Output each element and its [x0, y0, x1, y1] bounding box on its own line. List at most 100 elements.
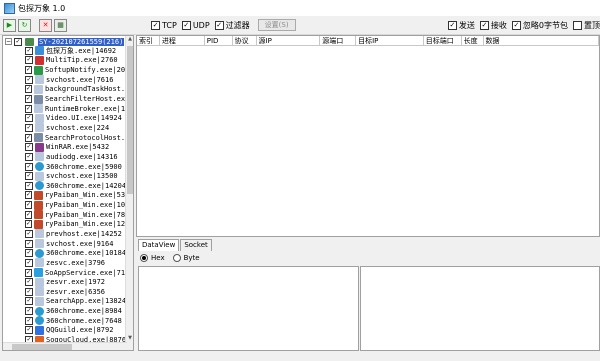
checkbox-icon[interactable]: ✓	[25, 268, 33, 277]
scroll-down-icon[interactable]: ▼	[127, 335, 133, 342]
checkbox-icon[interactable]: ✓	[25, 56, 33, 65]
checkbox-icon[interactable]: ✓	[25, 201, 33, 210]
process-item[interactable]: ✓ WinRAR.exe|5432	[3, 142, 133, 152]
receive-checkbox[interactable]: ✓ 接收	[479, 20, 507, 31]
feather-icon	[34, 210, 44, 220]
checkbox-icon[interactable]: ✓	[25, 258, 33, 267]
process-item[interactable]: ✓ SearchApp.exe|13824	[3, 296, 133, 307]
checkbox-icon[interactable]: ✓	[25, 104, 33, 113]
byte-radio[interactable]	[172, 254, 181, 262]
send-checkbox[interactable]: ✓ 发送	[447, 20, 475, 31]
process-item[interactable]: ✓ prevhost.exe|14252	[3, 229, 133, 239]
start-capture-button[interactable]: ▶	[3, 18, 16, 32]
udp-filter-checkbox[interactable]: ✓ UDP	[181, 20, 210, 30]
refresh-button[interactable]: ↻	[18, 18, 31, 32]
column-header[interactable]: 目标端口	[424, 36, 462, 45]
tcp-filter-checkbox[interactable]: ✓ TCP	[151, 20, 177, 30]
process-item[interactable]: ✓ SearchProtocolHost.ex	[3, 133, 133, 143]
hex-radio[interactable]	[140, 254, 148, 262]
column-header[interactable]: 源端口	[320, 36, 357, 45]
process-item[interactable]: ✓ RuntimeBroker.exe|148	[3, 104, 133, 114]
checkbox-icon[interactable]: ✓	[25, 172, 33, 181]
text-view-pane[interactable]	[360, 266, 600, 351]
column-header[interactable]: 数据	[484, 36, 599, 45]
column-header[interactable]: 索引	[137, 36, 160, 45]
checkbox-icon[interactable]: ✓	[25, 75, 33, 84]
checkbox-icon[interactable]: ✓	[25, 239, 33, 248]
always-on-top-checkbox[interactable]: 置顶	[573, 20, 600, 31]
packet-table[interactable]: 索引 进程 PID 协议 源IP 源端口 目标IP 目标端口 长度 数据	[136, 35, 600, 237]
process-item[interactable]: ✓ zesvr.exe|6356	[3, 287, 133, 297]
column-header[interactable]: 长度	[462, 36, 484, 45]
checkbox-icon[interactable]: ✓	[25, 162, 33, 171]
process-item[interactable]: ✓ QQGuild.exe|8792	[3, 325, 133, 336]
process-item[interactable]: ✓ svchost.exe|9164	[3, 239, 133, 249]
scroll-thumb[interactable]	[127, 46, 133, 194]
window-icon	[35, 239, 44, 249]
process-item[interactable]: ✓ 360chrome.exe|8984	[3, 306, 133, 316]
checkbox-icon[interactable]: ✓	[25, 143, 33, 152]
checkbox-icon[interactable]: ✓	[25, 229, 33, 238]
checkbox-icon[interactable]: ✓	[14, 37, 22, 46]
checkbox-icon[interactable]: ✓	[25, 152, 33, 161]
checkbox-icon[interactable]: ✓	[25, 46, 33, 55]
process-item[interactable]: ✓ zesvc.exe|3796	[3, 258, 133, 268]
process-item[interactable]: ✓ svchost.exe|224	[3, 123, 133, 133]
checkbox-icon[interactable]: ✓	[25, 220, 33, 229]
process-item[interactable]: ✓ audiodg.exe|14316	[3, 152, 133, 162]
checkbox-icon[interactable]: ✓	[25, 297, 33, 306]
tab-socket[interactable]: Socket	[180, 239, 212, 251]
ignore-zero-byte-checkbox[interactable]: ✓ 忽略0字节包	[511, 20, 568, 31]
process-item[interactable]: ✓ 360chrome.exe|7648	[3, 316, 133, 326]
checkbox-icon[interactable]: ✓	[25, 95, 33, 104]
tree-horizontal-scrollbar[interactable]	[3, 342, 127, 350]
checkbox-icon[interactable]: ✓	[25, 326, 33, 335]
tree-vertical-scrollbar[interactable]: ▲ ▼	[125, 36, 133, 350]
process-item[interactable]: ✓ 360chrome.exe|10184	[3, 248, 133, 258]
checkbox-icon[interactable]: ✓	[25, 278, 33, 287]
process-item[interactable]: ✓ svchost.exe|13500	[3, 171, 133, 181]
column-header[interactable]: PID	[205, 36, 233, 45]
process-item[interactable]: ✓ 包探万象.exe|14692	[3, 46, 133, 56]
process-item[interactable]: ✓ 360chrome.exe|14204	[3, 181, 133, 191]
process-item[interactable]: ✓ zesvr.exe|1972	[3, 277, 133, 287]
scroll-thumb[interactable]	[12, 344, 72, 350]
process-item[interactable]: ✓ 360chrome.exe|5900	[3, 162, 133, 172]
column-header[interactable]: 进程	[160, 36, 205, 45]
process-item[interactable]: ✓ ryPaiban_Win.exe|5396	[3, 190, 133, 201]
process-item[interactable]: ✓ SearchFilterHost.exe|	[3, 94, 133, 104]
process-item[interactable]: ✓ ryPaiban_Win.exe|7844	[3, 210, 133, 220]
checkbox-icon[interactable]: ✓	[25, 210, 33, 219]
process-item[interactable]: ✓ SoftupNotify.exe|2040	[3, 65, 133, 75]
process-item[interactable]: ✓ ryPaiban_Win.exe|1236	[3, 219, 133, 230]
tree-root[interactable]: − ✓ SY-202107261559(216)	[3, 37, 133, 46]
settings-button[interactable]: 设置(S)	[257, 19, 296, 31]
checkbox-icon[interactable]: ✓	[25, 249, 33, 258]
scroll-up-icon[interactable]: ▲	[127, 36, 133, 43]
column-header[interactable]: 协议	[233, 36, 257, 45]
checkbox-icon[interactable]: ✓	[25, 307, 33, 316]
checkbox-icon[interactable]: ✓	[25, 181, 33, 190]
stop-button[interactable]: ✕	[39, 18, 52, 32]
column-header[interactable]: 源IP	[257, 36, 321, 45]
collapse-icon[interactable]: −	[5, 38, 12, 45]
process-item[interactable]: ✓ Video.UI.exe|14924	[3, 113, 133, 123]
process-item[interactable]: ✓ backgroundTaskHost.ex	[3, 84, 133, 95]
tab-dataview[interactable]: DataView	[138, 239, 180, 251]
checkbox-icon[interactable]: ✓	[25, 133, 33, 142]
process-item[interactable]: ✓ ryPaiban_Win.exe|1001	[3, 200, 133, 210]
checkbox-icon[interactable]: ✓	[25, 191, 33, 200]
save-button[interactable]: ▦	[54, 18, 67, 32]
process-item[interactable]: ✓ MultiTip.exe|2760	[3, 55, 133, 66]
process-item[interactable]: ✓ SoAppService.exe|7172	[3, 268, 133, 278]
checkbox-icon[interactable]: ✓	[25, 123, 33, 132]
filter-checkbox[interactable]: ✓ 过滤器	[214, 20, 250, 31]
checkbox-icon[interactable]: ✓	[25, 316, 33, 325]
column-header[interactable]: 目标IP	[356, 36, 424, 45]
checkbox-icon[interactable]: ✓	[25, 85, 33, 94]
hex-view-pane[interactable]	[138, 266, 359, 351]
checkbox-icon[interactable]: ✓	[25, 114, 33, 123]
checkbox-icon[interactable]: ✓	[25, 287, 33, 296]
process-item[interactable]: ✓ svchost.exe|7616	[3, 75, 133, 85]
checkbox-icon[interactable]: ✓	[25, 66, 33, 75]
